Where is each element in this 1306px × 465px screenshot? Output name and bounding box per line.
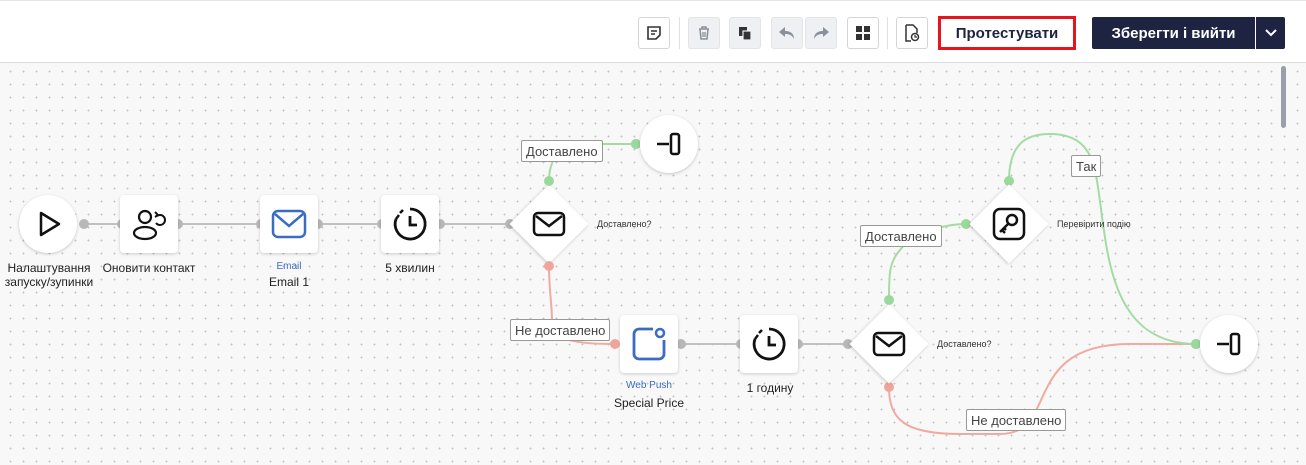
- yes-tag: Так: [1071, 155, 1102, 177]
- envelope-icon: [532, 211, 566, 237]
- exit-node[interactable]: [1200, 315, 1258, 373]
- not-delivered-tag: Не доставлено: [966, 409, 1067, 431]
- condition-node[interactable]: [869, 324, 909, 364]
- exit-node[interactable]: [640, 115, 698, 173]
- not-delivered-tag: Не доставлено: [510, 319, 611, 341]
- web-push-icon: [632, 327, 666, 361]
- email-type-label: Email: [276, 261, 302, 272]
- play-icon: [39, 211, 61, 237]
- condition-node[interactable]: [529, 204, 569, 244]
- exit-icon: [1217, 332, 1241, 356]
- user-refresh-icon: [132, 209, 166, 241]
- port: [79, 219, 89, 229]
- connector-yes: [1008, 132, 1197, 345]
- exit-icon: [657, 132, 681, 156]
- start-node-label-2: запуску/зупинки: [4, 275, 94, 289]
- timer-icon: [752, 327, 786, 361]
- wait-node[interactable]: [740, 315, 798, 373]
- start-node[interactable]: [19, 195, 77, 253]
- web-push-type-label: Web Push: [626, 380, 672, 391]
- delivered-tag: Доставлено: [521, 140, 603, 162]
- event-check-label: Перевірити подію: [1057, 219, 1131, 229]
- envelope-icon: [271, 209, 307, 239]
- start-node-label-1: Налаштування: [7, 261, 91, 275]
- wait-node-label: 1 годину: [746, 381, 794, 395]
- condition-node-label: Доставлено?: [597, 219, 652, 229]
- wait-node[interactable]: [381, 195, 439, 253]
- wait-node-label: 5 хвилин: [385, 261, 435, 275]
- update-contact-label: Оновити контакт: [102, 261, 196, 275]
- email-node-label: Email 1: [268, 275, 309, 289]
- web-push-node-label: Special Price: [613, 396, 685, 410]
- delivered-tag: Доставлено: [860, 225, 942, 247]
- email-node[interactable]: [260, 195, 318, 253]
- condition-node-label: Доставлено?: [937, 339, 992, 349]
- envelope-icon: [872, 331, 906, 357]
- event-check-node[interactable]: [989, 204, 1029, 244]
- key-icon: [992, 207, 1026, 241]
- timer-icon: [393, 207, 427, 241]
- web-push-node[interactable]: [620, 315, 678, 373]
- update-contact-node[interactable]: [120, 195, 178, 253]
